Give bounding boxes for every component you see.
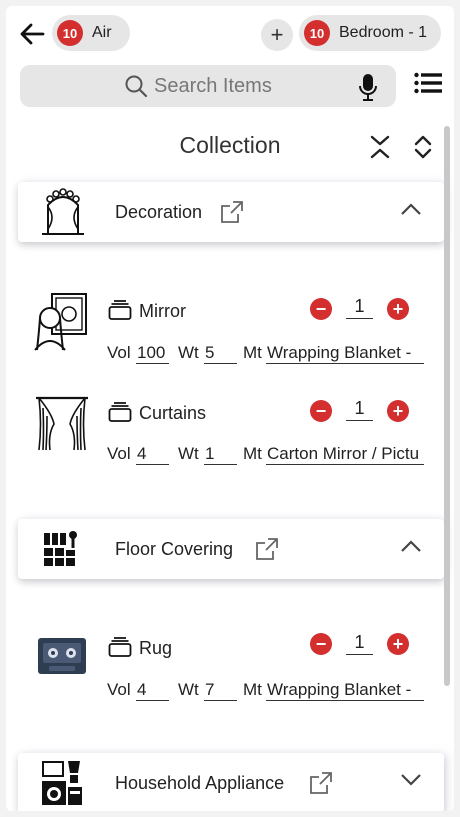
search-bar[interactable]: Search Items <box>20 65 396 107</box>
expand-all-icon[interactable] <box>412 134 434 160</box>
list-item-curtains: Curtains − 1 + Vol 4 Wt 1 Mt Carton Mirr… <box>6 388 454 478</box>
mt-input[interactable]: Carton Mirror / Pictu <box>266 444 424 465</box>
vol-input[interactable]: 4 <box>136 444 169 465</box>
increase-quantity-button[interactable]: + <box>387 400 409 422</box>
tiles-icon <box>44 531 77 566</box>
room-count-badge: 10 <box>304 20 330 46</box>
wt-label: Wt <box>178 343 199 362</box>
wt-input[interactable]: 7 <box>204 680 237 701</box>
decrease-quantity-button[interactable]: − <box>310 633 332 655</box>
mode-count-badge: 10 <box>57 20 83 46</box>
mt-label: Mt <box>243 343 262 362</box>
decrease-quantity-button[interactable]: − <box>310 298 332 320</box>
chevron-up-icon[interactable] <box>400 539 422 553</box>
wt-label: Wt <box>178 444 199 463</box>
category-label: Floor Covering <box>115 538 234 559</box>
mirror-icon <box>34 293 87 351</box>
mode-chip-label: Air <box>92 24 112 41</box>
category-header-household-appliance[interactable]: Household Appliance <box>18 753 444 811</box>
app-screen: 10 Air + 10 Bedroom - 1 Search Items Col… <box>6 6 454 811</box>
room-chip-label: Bedroom - 1 <box>339 24 428 41</box>
appliances-icon <box>42 761 82 805</box>
wt-input[interactable]: 5 <box>204 343 237 364</box>
search-input[interactable]: Search Items <box>154 75 272 98</box>
add-room-button[interactable]: + <box>261 19 293 51</box>
open-external-icon[interactable] <box>255 537 279 561</box>
increase-quantity-button[interactable]: + <box>387 633 409 655</box>
vol-label: Vol <box>107 343 131 362</box>
open-external-icon[interactable] <box>309 771 333 795</box>
list-menu-icon[interactable] <box>414 72 442 94</box>
category-header-decoration[interactable]: Decoration <box>18 182 444 242</box>
increase-quantity-button[interactable]: + <box>387 298 409 320</box>
quantity-input[interactable]: 1 <box>346 632 373 655</box>
chevron-up-icon[interactable] <box>400 202 422 216</box>
chevron-down-icon[interactable] <box>400 773 422 787</box>
mt-label: Mt <box>243 444 262 463</box>
stack-icon <box>108 300 132 320</box>
wt-label: Wt <box>178 680 199 699</box>
stack-icon <box>108 402 132 422</box>
item-name: Mirror <box>139 301 186 321</box>
back-arrow-icon[interactable] <box>18 20 46 48</box>
open-external-icon[interactable] <box>220 200 244 224</box>
category-label: Household Appliance <box>115 772 285 793</box>
item-name: Rug <box>139 638 173 658</box>
microphone-icon[interactable] <box>358 73 378 101</box>
rug-icon <box>38 638 86 674</box>
wedding-arch-icon <box>42 188 84 235</box>
scrollbar[interactable] <box>444 126 450 686</box>
mt-input[interactable]: Wrapping Blanket - <box>266 680 424 701</box>
wt-input[interactable]: 1 <box>204 444 237 465</box>
quantity-input[interactable]: 1 <box>346 296 373 319</box>
list-item-rug: Rug − 1 + Vol 4 Wt 7 Mt Wrapping Blanket… <box>6 623 454 713</box>
vol-input[interactable]: 4 <box>136 680 169 701</box>
decrease-quantity-button[interactable]: − <box>310 400 332 422</box>
vol-label: Vol <box>107 680 131 699</box>
mt-input[interactable]: Wrapping Blanket - <box>266 343 424 364</box>
quantity-input[interactable]: 1 <box>346 398 373 421</box>
item-name: Curtains <box>139 403 207 423</box>
vol-label: Vol <box>107 444 131 463</box>
mt-label: Mt <box>243 680 262 699</box>
category-label: Decoration <box>115 201 203 222</box>
list-item-mirror: Mirror − 1 + Vol 100 Wt 5 Mt Wrapping Bl… <box>6 286 454 376</box>
curtains-icon <box>36 396 88 451</box>
collapse-all-icon[interactable] <box>368 134 392 160</box>
mode-chip[interactable]: 10 Air <box>52 15 130 51</box>
stack-icon <box>108 637 132 657</box>
room-chip[interactable]: 10 Bedroom - 1 <box>299 15 441 51</box>
search-icon <box>125 75 148 98</box>
vol-input[interactable]: 100 <box>136 343 169 364</box>
category-header-floor-covering[interactable]: Floor Covering <box>18 519 444 579</box>
